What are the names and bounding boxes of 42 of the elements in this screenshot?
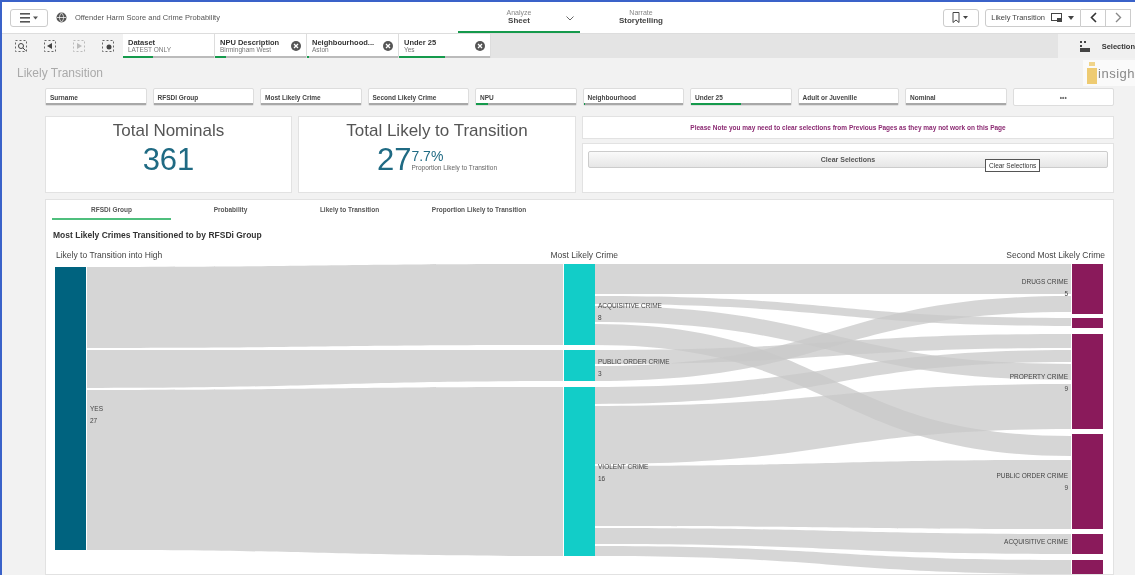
sankey-node[interactable] [1072,264,1103,314]
column-heading: Most Likely Crime [550,250,619,260]
selections-icon [1079,40,1090,52]
mode-label: Sheet [508,15,530,25]
sankey-node[interactable] [55,267,86,550]
kpi-value: 27 [376,141,412,179]
menu-button[interactable] [10,8,48,27]
sheet-icon [1051,12,1075,23]
chevron-left-icon [1089,12,1097,23]
logo-mark-icon [1086,62,1099,84]
remove-icon[interactable] [383,41,393,51]
bookmark-button[interactable] [943,8,980,27]
sankey-node[interactable] [564,264,595,345]
column-heading: Likely to Transition into High [56,250,163,260]
sankey-node[interactable] [1072,318,1103,328]
sankey-node[interactable] [564,387,595,556]
sankey-node[interactable] [1072,560,1103,574]
sankey-node[interactable] [1072,434,1103,529]
logo-text: insigh [1098,65,1135,81]
kpi-title: Total Likely to Transition [346,121,528,141]
chevron-down-icon [566,16,574,21]
menu-icon [20,12,38,23]
kpi-secondary-value: 7.7% [411,148,445,165]
previous-button[interactable] [1081,8,1106,27]
kpi-title: Total Nominals [112,121,225,141]
remove-icon[interactable] [291,41,301,51]
step-forward-icon[interactable] [73,40,85,52]
sankey-node[interactable] [1072,334,1103,429]
column-heading: Second Most Likely Crime [1006,250,1105,260]
chart-title: Most Likely Crimes Transitioned to by RFSDi Group [53,230,263,240]
kpi-value: 361 [142,141,195,179]
clear-all-icon[interactable] [102,40,114,52]
bookmark-icon [952,12,971,23]
sankey-node[interactable] [1072,534,1103,554]
mode-label: Storytelling [619,15,663,25]
sankey-node[interactable] [564,350,595,381]
smart-search-icon[interactable] [15,40,27,52]
sheet-title: Likely Transition [17,66,104,80]
globe-icon [56,12,67,23]
remove-icon[interactable] [475,41,485,51]
chevron-right-icon [1114,12,1122,23]
step-back-icon[interactable] [44,40,56,52]
